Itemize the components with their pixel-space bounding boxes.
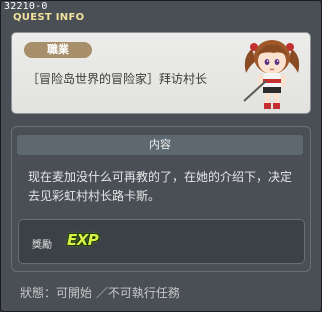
reward-label: 獎勵 <box>32 240 52 251</box>
content-header: 内容 <box>17 135 303 155</box>
quest-info-window: 32210-0 QUEST INFO 職業 ［冒险岛世界的冒险家］拜访村长 内容… <box>0 0 322 312</box>
quest-status: 狀態：可開始 ／不可執行任務 <box>20 286 180 300</box>
quest-id: 32210-0 <box>4 1 48 12</box>
quest-name: ［冒险岛世界的冒险家］拜访村长 <box>27 72 208 86</box>
quest-description: 现在麦加没什么可再教的了，在她的介绍下，决定去见彩虹村村长路卡斯。 <box>28 170 293 203</box>
reward-box: 獎勵 EXP <box>18 219 305 264</box>
quest-summary-panel: 職業 ［冒险岛世界的冒险家］拜访村长 <box>11 32 311 114</box>
window-title: QUEST INFO <box>13 12 85 23</box>
job-tag: 職業 <box>24 42 92 58</box>
exp-icon: EXP <box>67 231 99 249</box>
quest-content-panel: 内容 现在麦加没什么可再教的了，在她的介绍下，决定去见彩虹村村长路卡斯。 獎勵 … <box>11 126 311 272</box>
girl-npc-portrait-icon <box>243 40 300 109</box>
title-bar[interactable]: 32210-0 QUEST INFO <box>1 1 321 23</box>
